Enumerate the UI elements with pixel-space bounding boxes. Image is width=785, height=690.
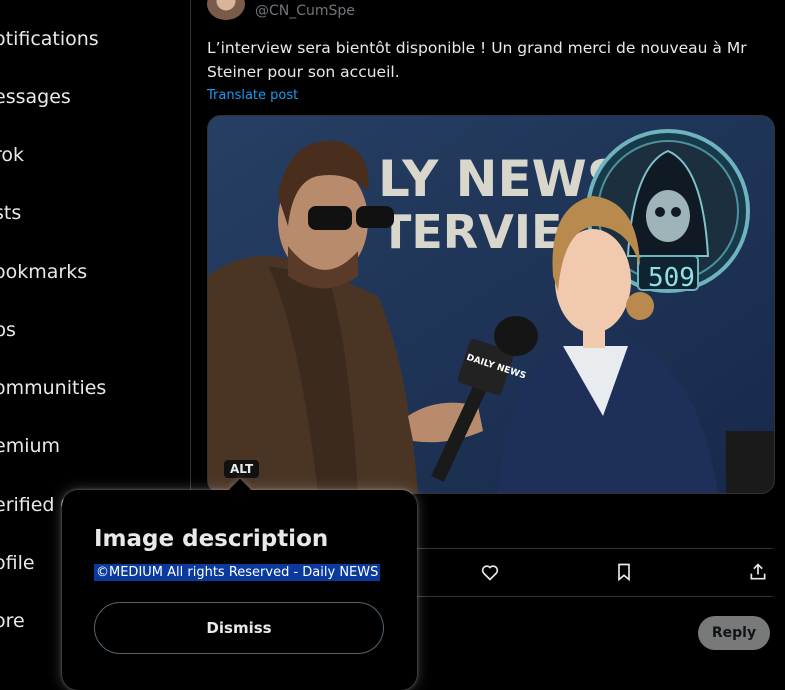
post-text: L’interview sera bientôt disponible ! Un… [207,39,747,81]
image-description-popup: Image description ©MEDIUM All rights Res… [62,478,417,690]
heart-icon[interactable] [480,562,500,582]
bookmark-icon[interactable] [614,562,634,582]
dismiss-button[interactable]: Dismiss [94,602,384,654]
emblem-number: 509 [648,263,695,293]
popup-title: Image description [94,526,329,552]
popup-description: ©MEDIUM All rights Reserved - Daily NEWS [94,564,381,581]
sidebar-item-lists[interactable]: sts [0,202,21,224]
sidebar-item-communities[interactable]: ommunities [0,377,106,399]
share-icon[interactable] [748,562,768,582]
sidebar-item-messages[interactable]: essages [0,86,71,108]
avatar[interactable] [207,0,245,20]
post-handle[interactable]: @CN_CumSpe [255,3,355,19]
sidebar-item-premium[interactable]: emium [0,435,60,457]
backdrop-headline-2: TERVIE [380,205,562,259]
alt-badge[interactable]: ALT [224,460,260,478]
reply-button[interactable]: Reply [698,616,770,650]
sidebar-item-grok[interactable]: rok [0,144,24,166]
post-image[interactable]: LY NEWS TERVIE 509 DAILY NEWS ALT [207,115,775,494]
sidebar-item-bookmarks[interactable]: ookmarks [0,261,87,283]
interview-photo: LY NEWS TERVIE 509 DAILY NEWS [208,116,774,493]
sidebar-item-profile[interactable]: ofile [0,552,35,574]
translate-post-link[interactable]: Translate post [207,88,298,103]
sidebar-item-jobs[interactable]: bs [0,319,16,341]
sidebar-item-more[interactable]: ore [0,610,25,632]
sidebar-item-notifications[interactable]: otifications [0,28,99,50]
